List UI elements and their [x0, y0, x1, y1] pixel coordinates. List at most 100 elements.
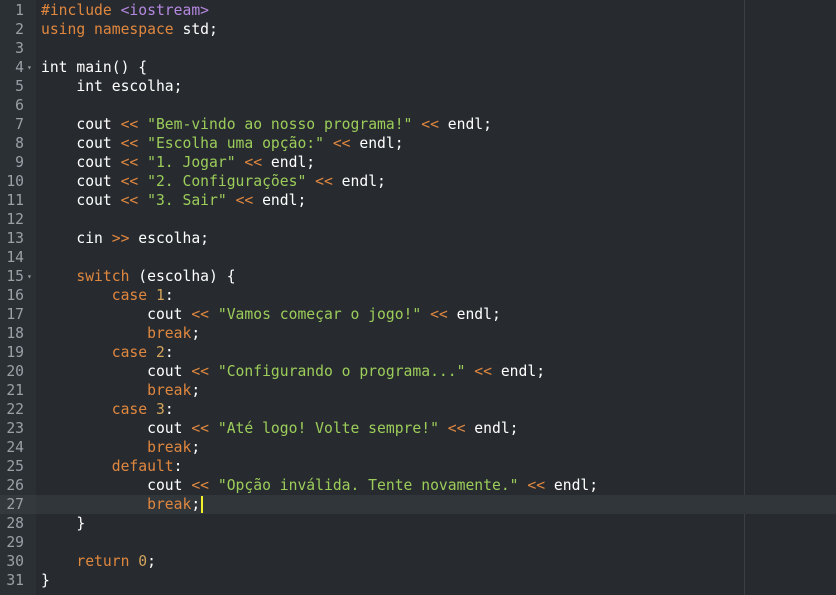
keyword-token: case: [111, 400, 148, 418]
code-text[interactable]: break;: [41, 438, 200, 457]
code-text[interactable]: default:: [41, 457, 183, 476]
code-editor[interactable]: 1 #include <iostream> 2 using namespace std…: [0, 0, 836, 595]
code-text[interactable]: cout << "Escolha uma opção:" << endl;: [41, 134, 403, 153]
code-line[interactable]: 17 cout << "Vamos começar o jogo!" << en…: [0, 305, 836, 324]
code-token: std;: [173, 20, 218, 38]
string-token: "1. Jogar": [147, 153, 236, 171]
code-token: cout: [41, 419, 192, 437]
number-token: 0: [138, 552, 148, 570]
fold-toggle-icon[interactable]: ▾: [27, 267, 32, 286]
code-text[interactable]: break;: [41, 495, 204, 514]
operator-token: <<: [120, 153, 139, 171]
code-line[interactable]: 26 cout << "Opção inválida. Tente novame…: [0, 476, 836, 495]
code-line[interactable]: 10 cout << "2. Configurações" << endl;: [0, 172, 836, 191]
code-line[interactable]: 8 cout << "Escolha uma opção:" << endl;: [0, 134, 836, 153]
code-text[interactable]: cout << "Configurando o programa..." << …: [41, 362, 545, 381]
code-line[interactable]: 15 ▾ switch (escolha) {: [0, 267, 836, 286]
code-text[interactable]: }: [41, 514, 85, 533]
code-token: }: [41, 571, 50, 589]
line-number: 7: [15, 115, 24, 133]
line-number: 29: [6, 533, 24, 551]
code-text[interactable]: cout << "3. Sair" << endl;: [41, 191, 306, 210]
code-line[interactable]: 31}: [0, 571, 836, 590]
line-number: 3: [15, 39, 24, 57]
line-number: 11: [6, 191, 24, 209]
code-text[interactable]: cout << "1. Jogar" << endl;: [41, 153, 315, 172]
code-text[interactable]: int escolha;: [41, 77, 182, 96]
fold-toggle-icon[interactable]: ▾: [27, 58, 32, 77]
code-line[interactable]: 9 cout << "1. Jogar" << endl;: [0, 153, 836, 172]
line-number: 31: [6, 571, 24, 589]
code-line[interactable]: 14: [0, 248, 836, 267]
code-token: endl;: [545, 476, 599, 494]
code-text[interactable]: return 0;: [41, 552, 156, 571]
code-text[interactable]: case 3:: [41, 400, 174, 419]
code-line[interactable]: 18 break;: [0, 324, 836, 343]
code-line[interactable]: 29: [0, 533, 836, 552]
code-line[interactable]: 5 int escolha;: [0, 77, 836, 96]
code-text[interactable]: cout << "Bem-vindo ao nosso programa!" <…: [41, 115, 492, 134]
code-line[interactable]: 27 break;: [0, 494, 836, 514]
line-number: 12: [6, 210, 24, 228]
code-line[interactable]: 22 case 3:: [0, 400, 836, 419]
code-line[interactable]: 30 return 0;: [0, 552, 836, 571]
number-token: 1: [155, 286, 165, 304]
code-text[interactable]: using namespace std;: [41, 20, 218, 39]
line-number: 30: [6, 552, 24, 570]
line-number: 25: [6, 457, 24, 475]
code-token: int escolha;: [41, 77, 183, 95]
code-line[interactable]: 13 cin >> escolha;: [0, 229, 836, 248]
line-number: 5: [15, 77, 24, 95]
operator-token: <<: [120, 134, 139, 152]
code-line[interactable]: 2 using namespace std;: [0, 20, 836, 39]
code-line[interactable]: 16 case 1:: [0, 286, 836, 305]
code-text[interactable]: }: [41, 571, 50, 590]
code-text[interactable]: break;: [41, 324, 200, 343]
code-text[interactable]: #include <iostream>: [41, 1, 209, 20]
line-number: 26: [6, 476, 24, 494]
code-line[interactable]: 25 default:: [0, 457, 836, 476]
code-text[interactable]: cout << "Até logo! Volte sempre!" << end…: [41, 419, 518, 438]
code-line[interactable]: 19 case 2:: [0, 343, 836, 362]
operator-token: <<: [191, 476, 210, 494]
code-line[interactable]: 21 break;: [0, 381, 836, 400]
code-text[interactable]: cin >> escolha;: [41, 229, 209, 248]
code-text[interactable]: case 2:: [41, 343, 174, 362]
code-text[interactable]: cout << "Opção inválida. Tente novamente…: [41, 476, 598, 495]
code-line[interactable]: 7 cout << "Bem-vindo ao nosso programa!"…: [0, 115, 836, 134]
code-token: endl;: [262, 153, 316, 171]
code-token: (escolha) {: [129, 267, 236, 285]
code-line[interactable]: 1 #include <iostream>: [0, 1, 836, 20]
code-line[interactable]: 3: [0, 39, 836, 58]
code-line[interactable]: 20 cout << "Configurando o programa..." …: [0, 362, 836, 381]
code-text[interactable]: cout << "Vamos começar o jogo!" << endl;: [41, 305, 501, 324]
code-line[interactable]: 4 ▾ int main() {: [0, 58, 836, 77]
code-line[interactable]: 23 cout << "Até logo! Volte sempre!" << …: [0, 419, 836, 438]
line-number: 6: [15, 96, 24, 114]
operator-token: <<: [235, 191, 254, 209]
code-line[interactable]: 6: [0, 96, 836, 115]
line-number: 19: [6, 343, 24, 361]
code-line[interactable]: 28 }: [0, 514, 836, 533]
code-token: escolha;: [129, 229, 210, 247]
code-text[interactable]: break;: [41, 381, 200, 400]
code-text[interactable]: cout << "2. Configurações" << endl;: [41, 172, 386, 191]
code-text[interactable]: switch (escolha) {: [41, 267, 236, 286]
code-line[interactable]: 11 cout << "3. Sair" << endl;: [0, 191, 836, 210]
text-cursor: [201, 496, 204, 513]
operator-token: <<: [430, 305, 448, 323]
code-line[interactable]: 12: [0, 210, 836, 229]
code-lines[interactable]: 1 #include <iostream> 2 using namespace std…: [0, 1, 836, 590]
code-line[interactable]: 24 break;: [0, 438, 836, 457]
code-text[interactable]: int main() {: [41, 58, 147, 77]
code-text[interactable]: case 1:: [41, 286, 174, 305]
